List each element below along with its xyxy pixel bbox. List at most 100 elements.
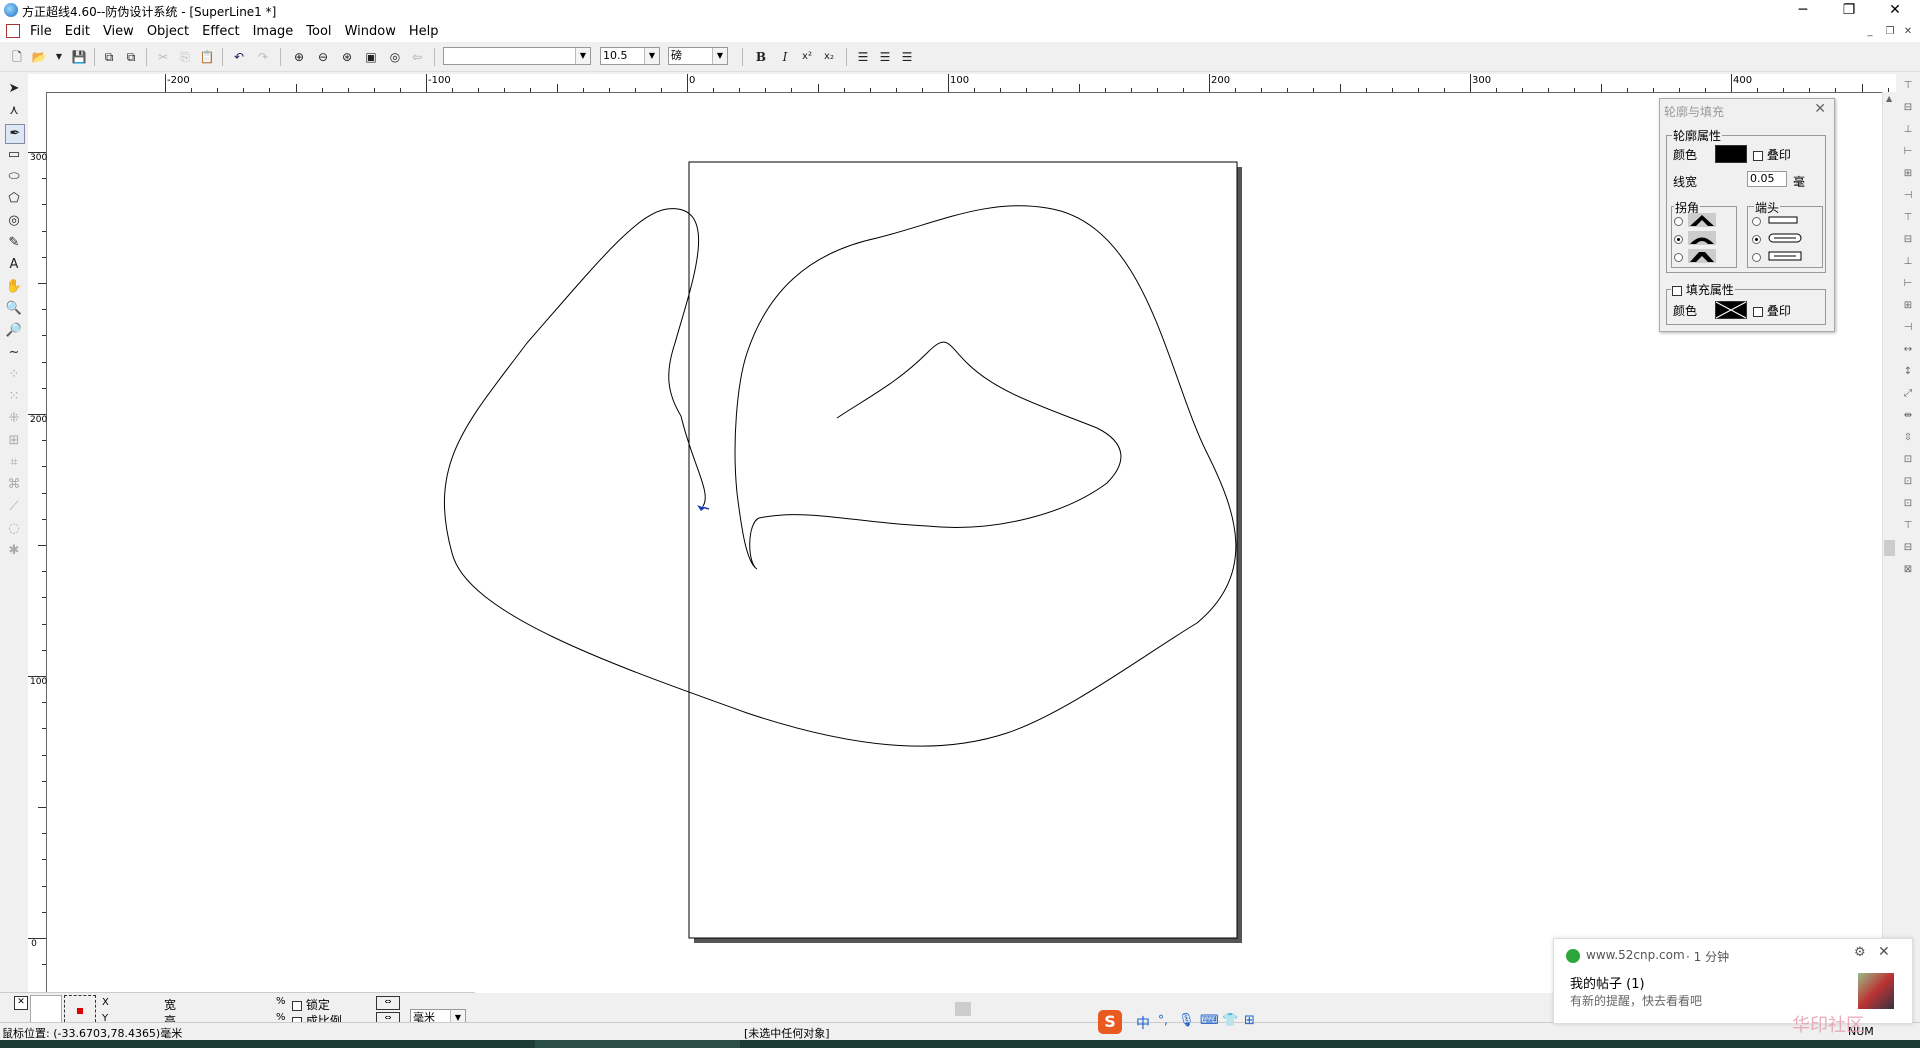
menu-effect[interactable]: Effect (202, 24, 239, 39)
toolbox-icon[interactable]: ⊞ (1244, 1013, 1255, 1028)
wave-icon[interactable]: ∼ (5, 344, 23, 362)
export-icon[interactable]: ⧉ (122, 48, 140, 66)
knife-icon[interactable]: ⟋ (5, 498, 23, 516)
freehand-icon[interactable]: ✎ (5, 234, 23, 252)
center-page-icon[interactable]: ⊡ (1900, 452, 1916, 468)
scrollbar-thumb[interactable] (1884, 540, 1895, 556)
scatter-icon[interactable]: ⁙ (5, 388, 23, 406)
menu-tool[interactable]: Tool (306, 24, 331, 39)
zoom-tool-icon[interactable]: 🔎 (5, 322, 23, 340)
center-h-icon[interactable]: ⊡ (1900, 474, 1916, 490)
align-edge3-icon[interactable]: ⊠ (1900, 562, 1916, 578)
space-h-icon[interactable]: ⇹ (1900, 408, 1916, 424)
distribute-center-icon[interactable]: ⊞ (1900, 298, 1916, 314)
zoom-all-icon[interactable]: ◎ (386, 48, 404, 66)
select-arrow-icon[interactable]: ➤ (5, 80, 23, 98)
distribute-top-icon[interactable]: ⊤ (1900, 210, 1916, 226)
mdi-close-button[interactable]: ✕ (1900, 26, 1916, 40)
align-right-icon[interactable]: ☰ (898, 48, 916, 66)
space-v-icon[interactable]: ⇳ (1900, 430, 1916, 446)
lock-checkbox[interactable] (292, 1000, 302, 1011)
open-dropdown-icon[interactable]: ▼ (50, 48, 68, 66)
distribute-bottom-icon[interactable]: ⊥ (1900, 254, 1916, 270)
outline-color-swatch[interactable] (1715, 145, 1747, 163)
menu-image[interactable]: Image (253, 24, 294, 39)
node-edit-icon[interactable]: ⋏ (5, 102, 23, 120)
punctuation-icon[interactable]: °, (1158, 1013, 1168, 1027)
hand-icon[interactable]: ✋ (5, 278, 23, 296)
ellipse-icon[interactable]: ⬭ (5, 168, 23, 186)
align-bottom-icon[interactable]: ⊥ (1900, 122, 1916, 138)
align-middle-icon[interactable]: ⊟ (1900, 100, 1916, 116)
corner-bevel-radio[interactable] (1674, 253, 1683, 262)
microphone-icon[interactable]: 🎙 (1178, 1013, 1195, 1028)
distribute-middle-icon[interactable]: ⊟ (1900, 232, 1916, 248)
import-icon[interactable]: ⧉ (100, 48, 118, 66)
vertical-scrollbar[interactable]: ▲ (1882, 92, 1897, 992)
eraser-icon[interactable]: ◌ (5, 520, 23, 538)
zoom-icon[interactable]: 🔍 (5, 300, 23, 318)
mdi-restore-button[interactable]: ❐ (1882, 26, 1898, 40)
back-icon[interactable]: ⇦ (408, 48, 426, 66)
same-height-icon[interactable]: ↕ (1900, 364, 1916, 380)
align-left-icon[interactable]: ⊢ (1900, 144, 1916, 160)
menu-object[interactable]: Object (147, 24, 189, 39)
sogou-logo-icon[interactable]: S (1098, 1010, 1122, 1034)
fill-enable-checkbox[interactable] (1672, 285, 1682, 296)
distribute-left-icon[interactable]: ⊢ (1900, 276, 1916, 292)
bold-button[interactable]: B (752, 48, 770, 66)
warp-icon[interactable]: ⌘ (5, 476, 23, 494)
font-size-select[interactable]: 10.5 ▼ (600, 47, 660, 65)
close-prop-icon[interactable]: ✕ (14, 996, 28, 1010)
center-v-icon[interactable]: ⊡ (1900, 496, 1916, 512)
skin-icon[interactable]: 👕 (1222, 1013, 1238, 1028)
polygon-icon[interactable]: ⬠ (5, 190, 23, 208)
corner-miter-radio[interactable] (1674, 217, 1683, 226)
distribute-right-icon[interactable]: ⊣ (1900, 320, 1916, 336)
menu-edit[interactable]: Edit (65, 24, 90, 39)
menu-help[interactable]: Help (409, 24, 439, 39)
notification-close-icon[interactable]: ✕ (1878, 944, 1890, 960)
notification-popup[interactable]: www.52cnp.com · 1 分钟 ⚙ ✕ 我的帖子 (1) 有新的提醒，… (1553, 938, 1913, 1036)
align-center-icon[interactable]: ☰ (876, 48, 894, 66)
rectangle-icon[interactable]: ▭ (5, 146, 23, 164)
zoom-out-icon[interactable]: ⊖ (314, 48, 332, 66)
keyboard-icon[interactable]: ⌨ (1200, 1013, 1219, 1028)
array-icon[interactable]: ⁜ (5, 410, 23, 428)
grid-icon[interactable]: ⊞ (5, 432, 23, 450)
redo-icon[interactable]: ↷ (254, 48, 272, 66)
menu-window[interactable]: Window (345, 24, 396, 39)
subscript-button[interactable]: x₂ (820, 48, 838, 66)
new-file-icon[interactable]: 🗋 (8, 48, 26, 66)
minimize-button[interactable]: ─ (1780, 0, 1826, 22)
align-center-icon[interactable]: ⊞ (1900, 166, 1916, 182)
italic-button[interactable]: I (776, 48, 794, 66)
outline-overprint-checkbox[interactable] (1753, 150, 1763, 161)
blend-icon[interactable]: ⁘ (5, 366, 23, 384)
font-name-select[interactable]: ▼ (443, 47, 591, 65)
same-width-icon[interactable]: ↔ (1900, 342, 1916, 358)
align-left-icon[interactable]: ☰ (854, 48, 872, 66)
menu-view[interactable]: View (103, 24, 134, 39)
document-icon[interactable] (6, 24, 20, 38)
effect-icon[interactable]: ✱ (5, 542, 23, 560)
h-scrollbar-thumb[interactable] (955, 1002, 971, 1016)
cap-round-radio[interactable] (1752, 235, 1761, 244)
font-unit-select[interactable]: 磅 ▼ (668, 47, 728, 65)
distort-icon[interactable]: ⌗ (5, 454, 23, 472)
cut-icon[interactable]: ✂ (154, 48, 172, 66)
width-input[interactable]: 0.05 (1747, 171, 1787, 187)
zoom-page-icon[interactable]: ▣ (362, 48, 380, 66)
undo-icon[interactable]: ↶ (230, 48, 248, 66)
restore-button[interactable]: ❐ (1826, 0, 1872, 22)
align-edge-icon[interactable]: ⊤ (1900, 518, 1916, 534)
superscript-button[interactable]: x² (798, 48, 816, 66)
spiral-icon[interactable]: ◎ (5, 212, 23, 230)
drawing-canvas[interactable] (47, 93, 1882, 993)
scroll-up-icon[interactable]: ▲ (1886, 94, 1892, 103)
ime-chinese-mode[interactable]: 中 (1136, 1013, 1150, 1033)
cap-butt-radio[interactable] (1752, 217, 1761, 226)
copy-icon[interactable]: ⎘ (176, 48, 194, 66)
align-top-icon[interactable]: ⊤ (1900, 78, 1916, 94)
menu-file[interactable]: File (30, 24, 52, 39)
